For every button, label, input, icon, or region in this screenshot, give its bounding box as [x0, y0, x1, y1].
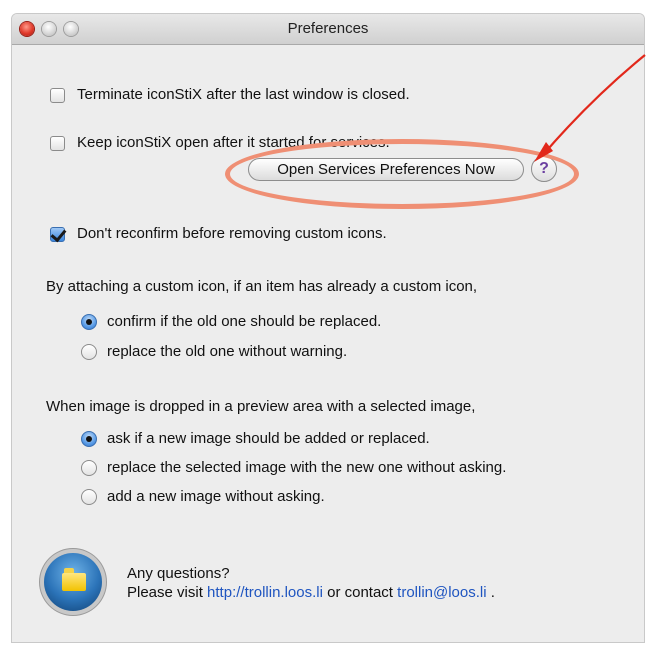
open-services-preferences-button[interactable]: Open Services Preferences Now: [248, 158, 524, 181]
title-bar[interactable]: Preferences: [12, 14, 644, 45]
custom-icon-group-heading: By attaching a custom icon, if an item h…: [46, 278, 478, 295]
no-reconfirm-label[interactable]: Don't reconfirm before removing custom i…: [77, 225, 387, 242]
email-link[interactable]: trollin@loos.li: [397, 584, 486, 601]
radio-replace-selected-label[interactable]: replace the selected image with the new …: [107, 459, 506, 476]
radio-add-new-image-label[interactable]: add a new image without asking.: [107, 488, 325, 505]
drop-group-heading: When image is dropped in a preview area …: [46, 398, 476, 415]
footer-contact-prefix: or contact: [327, 584, 393, 601]
no-reconfirm-checkbox[interactable]: [50, 227, 65, 242]
folder-icon: [62, 568, 86, 591]
keep-open-checkbox[interactable]: [50, 136, 65, 151]
app-icon: [44, 553, 102, 611]
footer-visit-prefix: Please visit: [127, 584, 203, 601]
radio-confirm-replace-label[interactable]: confirm if the old one should be replace…: [107, 313, 381, 330]
radio-replace-without-warning[interactable]: [81, 344, 97, 360]
terminate-label[interactable]: Terminate iconStiX after the last window…: [77, 86, 410, 103]
terminate-checkbox[interactable]: [50, 88, 65, 103]
help-icon[interactable]: ?: [531, 156, 557, 182]
radio-replace-selected[interactable]: [81, 460, 97, 476]
website-link[interactable]: http://trollin.loos.li: [207, 584, 323, 601]
radio-confirm-replace[interactable]: [81, 314, 97, 330]
footer-question: Any questions?: [127, 565, 230, 582]
radio-ask-add-or-replace-label[interactable]: ask if a new image should be added or re…: [107, 430, 430, 447]
keep-open-label[interactable]: Keep iconStiX open after it started for …: [77, 134, 390, 151]
footer-contact-line: Please visit http://trollin.loos.li or c…: [127, 584, 495, 601]
window-title: Preferences: [287, 20, 369, 37]
radio-add-new-image[interactable]: [81, 489, 97, 505]
radio-ask-add-or-replace[interactable]: [81, 431, 97, 447]
radio-replace-without-warning-label[interactable]: replace the old one without warning.: [107, 343, 347, 360]
footer-period: .: [490, 584, 495, 601]
